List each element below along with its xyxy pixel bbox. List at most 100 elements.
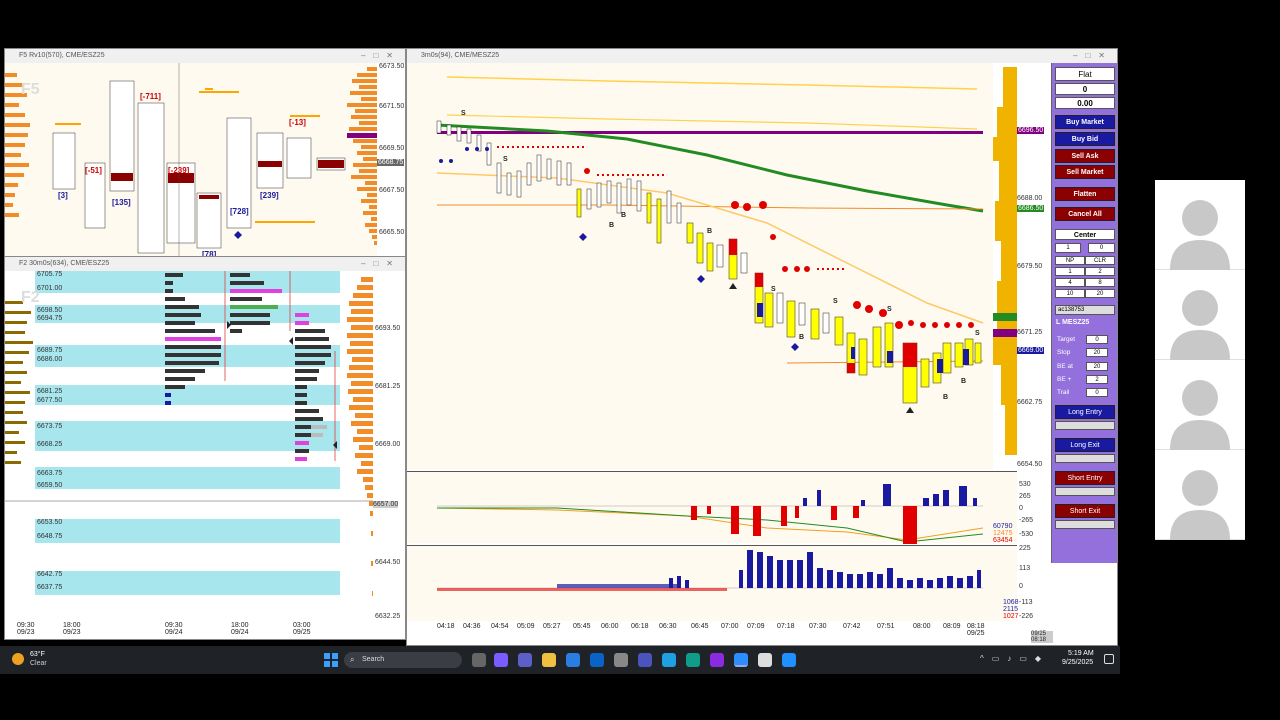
buy-bid-button[interactable]: Buy Bid — [1055, 132, 1115, 146]
qty-preset-button[interactable]: 1 — [1055, 267, 1085, 276]
long-exit-dropdown[interactable] — [1055, 454, 1115, 463]
photos-icon[interactable] — [662, 653, 676, 667]
quantity-input[interactable]: 1 — [1055, 243, 1081, 253]
window-title-bar[interactable]: F5 Rv10(570), CME/ESZ25 –□✕ — [5, 49, 405, 63]
profile-chart[interactable]: [3] [135] [728] [239] [78] [-711] [-51] [-239]… — [5, 63, 377, 257]
delta-pane[interactable] — [407, 471, 1017, 544]
short-exit-dropdown[interactable] — [1055, 520, 1115, 529]
current-price-tag: 6669.00 — [1017, 347, 1045, 354]
window-controls[interactable]: –□✕ — [361, 257, 401, 271]
sell-ask-button[interactable]: Sell Ask — [1055, 149, 1115, 163]
window-controls[interactable]: –□✕ — [361, 49, 401, 63]
sell-market-button[interactable]: Sell Market — [1055, 165, 1115, 179]
long-entry-dropdown[interactable] — [1055, 421, 1115, 430]
np-button[interactable]: NP — [1055, 256, 1085, 265]
volume-readout: 1068 — [1003, 599, 1019, 606]
window-controls[interactable]: –□✕ — [1073, 49, 1113, 63]
settings-icon[interactable] — [614, 653, 628, 667]
vs-icon[interactable] — [710, 653, 724, 667]
short-entry-dropdown[interactable] — [1055, 487, 1115, 496]
participant-tile[interactable] — [1155, 270, 1245, 360]
quantity-secondary[interactable]: 0 — [1088, 243, 1115, 253]
delta-readout: 60790 — [993, 523, 1013, 530]
time-label: 07:42 — [843, 623, 861, 630]
long-exit-button[interactable]: Long Exit — [1055, 438, 1115, 452]
window-title: 3m0s(94), CME/MESZ25 — [421, 52, 500, 59]
trading-app-icon[interactable] — [782, 653, 796, 667]
task-view-icon[interactable] — [472, 653, 486, 667]
edge-icon[interactable] — [686, 653, 700, 667]
delta-pane-svg — [436, 484, 984, 544]
svg-text:B: B — [799, 334, 804, 341]
axis-label: -530 — [1019, 531, 1034, 538]
copilot-icon[interactable] — [494, 653, 508, 667]
window-title-bar[interactable]: F2 30m0s(634), CME/ESZ25 –□✕ — [5, 257, 405, 271]
trail-input[interactable]: 0 — [1086, 388, 1108, 397]
position-status: Flat — [1055, 67, 1115, 81]
axis-label: 0 — [1019, 583, 1023, 590]
svg-text:[728]: [728] — [230, 207, 249, 216]
teams-work-icon[interactable] — [638, 653, 652, 667]
buy-market-button[interactable]: Buy Market — [1055, 115, 1115, 129]
outlook-icon[interactable] — [590, 653, 604, 667]
clock-date[interactable]: 9/25/2025 — [1062, 659, 1093, 666]
target-input[interactable]: 0 — [1086, 335, 1108, 344]
main-time-axis: 04:18 04:36 04:54 05:09 05:27 05:45 06:0… — [407, 621, 1053, 645]
windows-start-icon[interactable] — [324, 653, 338, 667]
volume-pane[interactable] — [407, 545, 1017, 621]
be-at-input[interactable]: 20 — [1086, 362, 1108, 371]
level-label: 6681.25 — [37, 388, 63, 395]
notifications-icon[interactable] — [1104, 654, 1114, 664]
delta-readout: 63454 — [993, 537, 1013, 544]
price-label: 6662.75 — [1017, 399, 1043, 406]
market-profile-window[interactable]: F2 30m0s(634), CME/ESZ25 –□✕ F2 6705.75 … — [4, 256, 406, 640]
window-title-bar[interactable]: 3m0s(94), CME/MESZ25 –□✕ — [407, 49, 1117, 63]
time-label: 18:00 09/24 — [231, 622, 249, 636]
tray-icons[interactable]: ^▭♪▭◆ — [980, 654, 1049, 663]
participant-tile[interactable] — [1155, 360, 1245, 450]
level-label: 6637.75 — [37, 584, 63, 591]
weather-widget[interactable]: 63°F Clear — [12, 651, 72, 669]
clock-time[interactable]: 5:19 AM — [1068, 650, 1094, 657]
price-label: 6673.50 — [379, 63, 405, 70]
short-exit-button[interactable]: Short Exit — [1055, 504, 1115, 518]
store-icon[interactable] — [566, 653, 580, 667]
short-entry-button[interactable]: Short Entry — [1055, 471, 1115, 485]
qty-preset-button[interactable]: 20 — [1085, 289, 1115, 298]
participant-tile[interactable] — [1155, 450, 1245, 540]
teams-icon[interactable] — [518, 653, 532, 667]
participant-tile[interactable] — [1155, 180, 1245, 270]
stop-input[interactable]: 20 — [1086, 348, 1108, 357]
price-tag-upper: 6696.50 — [1017, 127, 1045, 134]
price-pane[interactable]: SSBB BSSS BBBS — [407, 63, 993, 469]
clr-button[interactable]: CLR — [1085, 256, 1115, 265]
time-label: 04:36 — [463, 623, 481, 630]
long-entry-button[interactable]: Long Entry — [1055, 405, 1115, 419]
main-chart-window[interactable]: 3m0s(94), CME/MESZ25 –□✕ S S B B B S S S… — [406, 48, 1118, 646]
taskbar-search[interactable]: ⌕ Search — [344, 652, 462, 668]
axis-label: 530 — [1019, 481, 1031, 488]
be-plus-input[interactable]: 2 — [1086, 375, 1108, 384]
market-profile-chart[interactable]: F2 6705.75 6701.00 6698.50 6694.75 6689.… — [5, 271, 373, 621]
center-button[interactable]: Center — [1055, 229, 1115, 240]
zoom-icon[interactable] — [734, 653, 748, 667]
file-explorer-icon[interactable] — [542, 653, 556, 667]
desktop: F5 Rv10(570), CME/ESZ25 –□✕ [3] [135] [7… — [0, 0, 1280, 720]
app-window-icon[interactable] — [758, 653, 772, 667]
time-label: 06:45 — [691, 623, 709, 630]
qty-preset-button[interactable]: 8 — [1085, 278, 1115, 287]
qty-preset-button[interactable]: 2 — [1085, 267, 1115, 276]
temperature: 63°F — [30, 651, 45, 658]
time-label: 03:00 09/25 — [293, 622, 311, 636]
time-label: 05:45 — [573, 623, 591, 630]
qty-preset-button[interactable]: 4 — [1055, 278, 1085, 287]
weather-icon — [12, 653, 24, 665]
qty-preset-button[interactable]: 10 — [1055, 289, 1085, 298]
volume-profile-window[interactable]: F5 Rv10(570), CME/ESZ25 –□✕ [3] [135] [7… — [4, 48, 406, 258]
time-label: 06:00 — [601, 623, 619, 630]
cancel-all-button[interactable]: Cancel All — [1055, 207, 1115, 221]
account-select[interactable]: ac138753 — [1055, 305, 1115, 315]
flatten-button[interactable]: Flatten — [1055, 187, 1115, 201]
svg-text:[-239]: [-239] — [168, 166, 190, 175]
stop-label: Stop — [1057, 349, 1071, 356]
